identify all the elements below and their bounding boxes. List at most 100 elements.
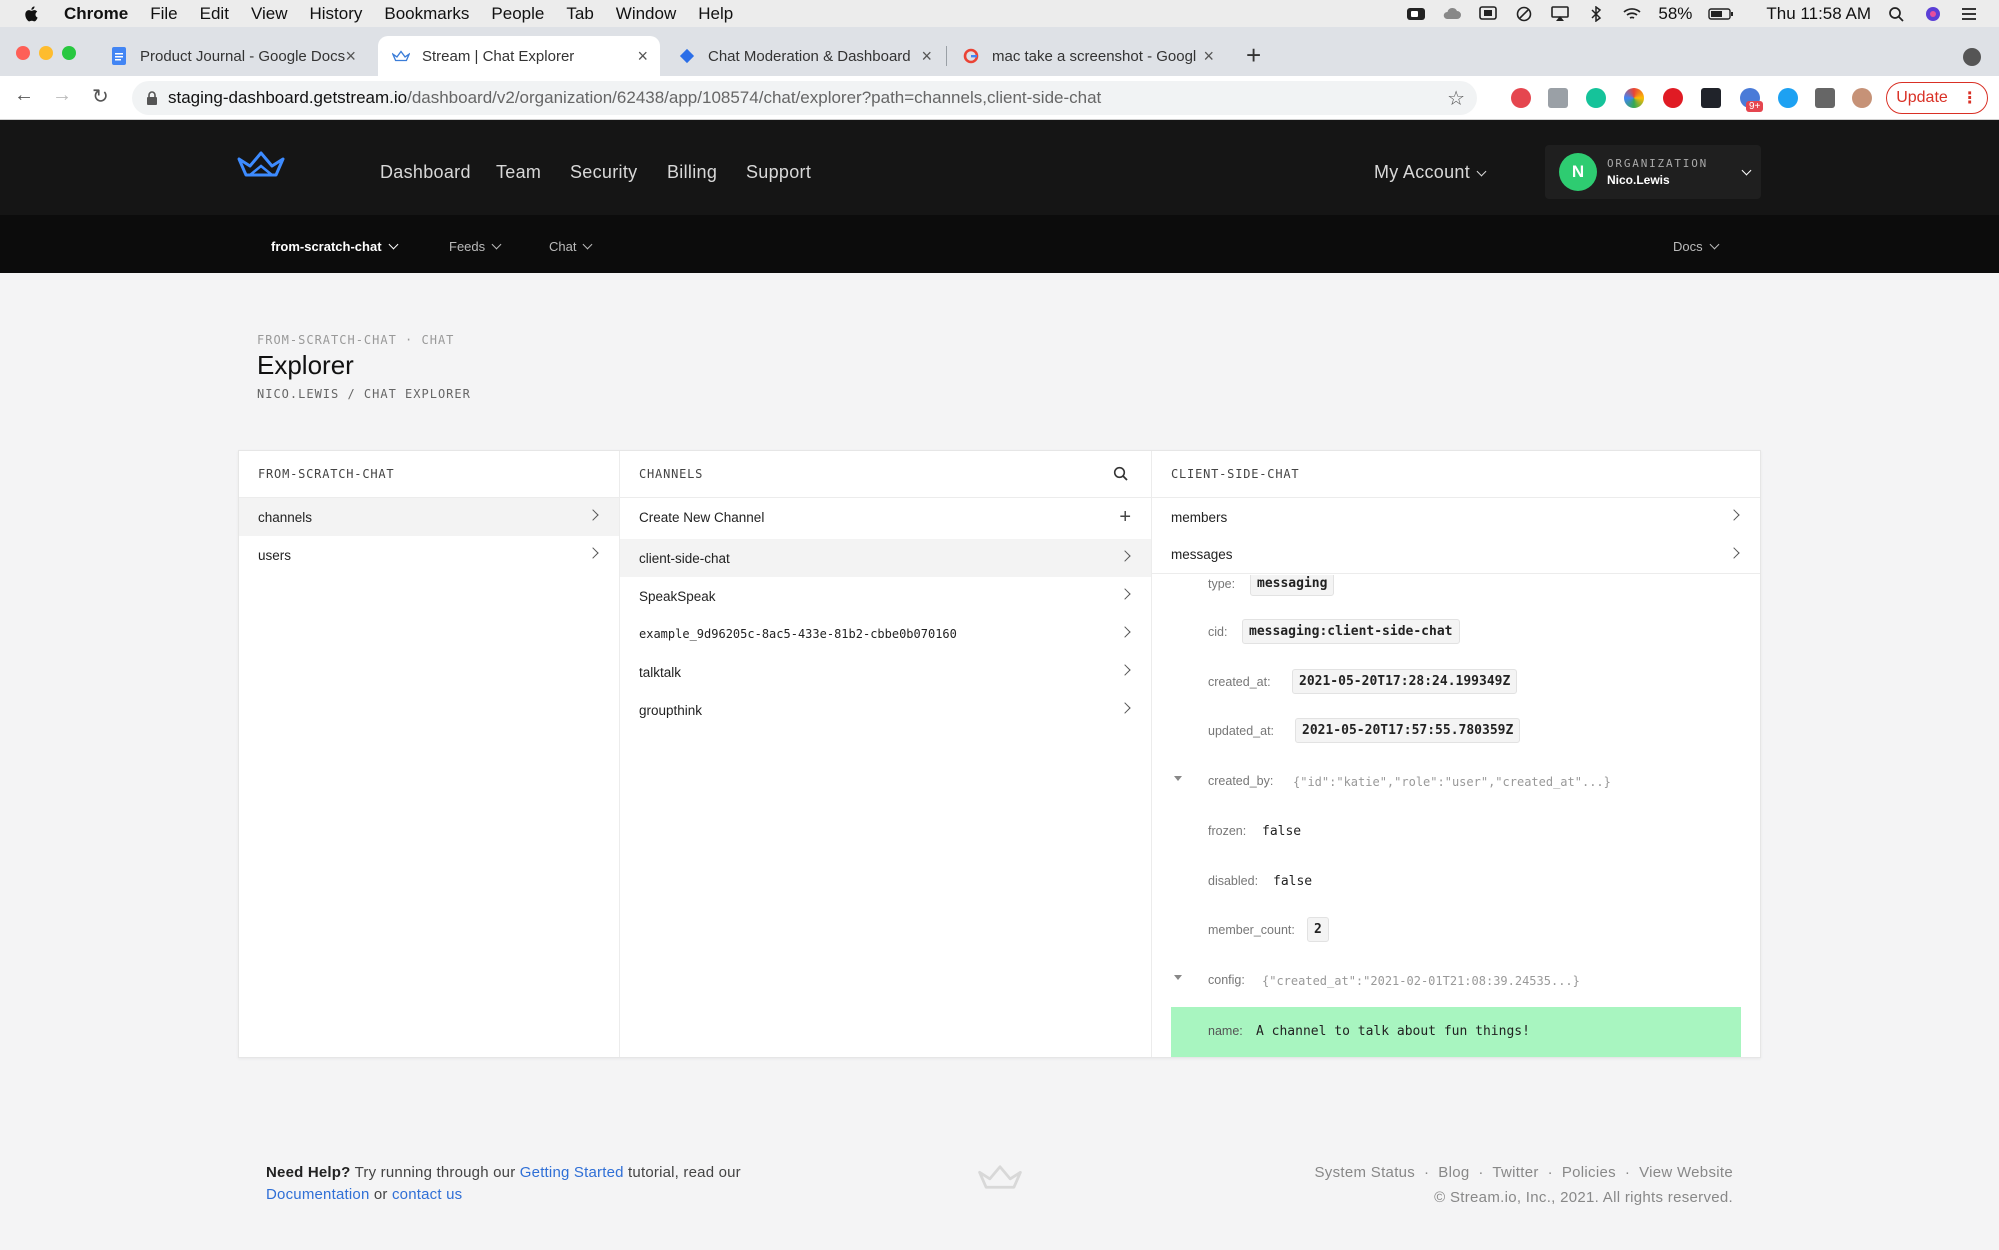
chat-dropdown[interactable]: Chat bbox=[549, 239, 593, 254]
stream-extension-icon[interactable] bbox=[1778, 88, 1798, 108]
menu-history[interactable]: History bbox=[309, 4, 362, 24]
menu-bookmarks[interactable]: Bookmarks bbox=[384, 4, 469, 24]
spotlight-search-icon[interactable] bbox=[1887, 6, 1907, 22]
tab-google-search[interactable]: mac take a screenshot - Googl × bbox=[948, 36, 1226, 76]
menu-edit[interactable]: Edit bbox=[200, 4, 229, 24]
channel-item-speakspeak[interactable]: SpeakSpeak bbox=[620, 577, 1151, 615]
field-type: type: messaging bbox=[1152, 575, 1760, 603]
list-item-channels[interactable]: channels bbox=[239, 498, 619, 536]
reload-icon[interactable]: ↻ bbox=[92, 84, 109, 109]
window-zoom-button[interactable] bbox=[62, 46, 76, 60]
new-tab-icon[interactable]: + bbox=[1246, 40, 1261, 71]
address-bar[interactable]: staging-dashboard.getstream.io/dashboard… bbox=[132, 81, 1477, 115]
channel-item-groupthink[interactable]: groupthink bbox=[620, 691, 1151, 729]
chevron-down-icon bbox=[583, 239, 593, 250]
my-account-dropdown[interactable]: My Account bbox=[1374, 162, 1487, 183]
search-icon[interactable] bbox=[1113, 466, 1129, 482]
getting-started-link[interactable]: Getting Started bbox=[520, 1164, 624, 1181]
airplay-icon[interactable] bbox=[1550, 5, 1570, 22]
field-name-highlighted[interactable]: name: A channel to talk about fun things… bbox=[1171, 1007, 1741, 1057]
display-icon[interactable] bbox=[1478, 5, 1498, 22]
google-icon bbox=[962, 47, 980, 65]
tab-close-icon[interactable]: × bbox=[345, 46, 356, 67]
chevron-right-icon bbox=[1119, 702, 1131, 714]
nav-security[interactable]: Security bbox=[570, 162, 637, 183]
app-selector-dropdown[interactable]: from-scratch-chat bbox=[271, 239, 398, 254]
todoist-extension-icon[interactable] bbox=[1511, 88, 1531, 108]
back-arrow-icon[interactable]: ← bbox=[14, 84, 34, 107]
dnd-icon[interactable] bbox=[1514, 6, 1534, 22]
tab-close-icon[interactable]: × bbox=[1203, 46, 1214, 67]
explorer-column-channel-detail: CLIENT-SIDE-CHAT members messages type: … bbox=[1152, 451, 1760, 1057]
menu-help[interactable]: Help bbox=[698, 4, 733, 24]
tab-google-docs[interactable]: Product Journal - Google Docs × bbox=[96, 36, 368, 76]
list-item-users[interactable]: users bbox=[239, 536, 619, 574]
link-members[interactable]: members bbox=[1152, 498, 1760, 536]
link-messages[interactable]: messages bbox=[1152, 536, 1760, 574]
window-close-button[interactable] bbox=[16, 46, 30, 60]
forward-arrow-icon[interactable]: → bbox=[52, 84, 72, 107]
tab-separator bbox=[946, 46, 947, 66]
documentation-link[interactable]: Documentation bbox=[266, 1186, 370, 1203]
wifi-icon[interactable] bbox=[1622, 6, 1642, 22]
menu-file[interactable]: File bbox=[150, 4, 177, 24]
chrome-update-button[interactable]: Update ⋮ bbox=[1886, 82, 1988, 114]
chevron-down-icon bbox=[1476, 166, 1487, 177]
menu-tab[interactable]: Tab bbox=[566, 4, 593, 24]
window-minimize-button[interactable] bbox=[39, 46, 53, 60]
url-host: staging-dashboard.getstream.io bbox=[168, 88, 408, 107]
react-devtools-extension-icon[interactable] bbox=[1701, 88, 1721, 108]
list-item-label: SpeakSpeak bbox=[639, 588, 716, 604]
apple-icon[interactable] bbox=[22, 4, 42, 24]
puzzle-extensions-icon[interactable] bbox=[1815, 88, 1835, 108]
chevron-right-icon bbox=[1728, 509, 1740, 521]
profile-avatar[interactable] bbox=[1852, 88, 1872, 108]
menu-window[interactable]: Window bbox=[616, 4, 676, 24]
menubar-clock[interactable]: Thu 11:58 AM bbox=[1766, 4, 1871, 24]
nav-team[interactable]: Team bbox=[496, 162, 541, 183]
color-picker-extension-icon[interactable] bbox=[1624, 88, 1644, 108]
footer-text: Try running through our bbox=[350, 1164, 520, 1181]
browser-toolbar: ← → ↻ staging-dashboard.getstream.io/das… bbox=[0, 76, 1999, 120]
channel-item-client-side-chat[interactable]: client-side-chat bbox=[620, 539, 1151, 577]
tab-search-icon[interactable] bbox=[1963, 48, 1981, 66]
create-channel-button[interactable]: Create New Channel + bbox=[620, 498, 1151, 536]
stream-logo-icon[interactable] bbox=[236, 150, 286, 178]
caret-down-icon[interactable] bbox=[1174, 776, 1182, 781]
bookmark-star-icon[interactable]: ☆ bbox=[1447, 86, 1465, 111]
footer-link-list[interactable]: System Status · Blog · Twitter · Policie… bbox=[1315, 1160, 1734, 1185]
control-center-icon[interactable] bbox=[1959, 6, 1979, 22]
create-channel-label: Create New Channel bbox=[639, 509, 765, 525]
menu-people[interactable]: People bbox=[491, 4, 544, 24]
kebab-menu-icon[interactable]: ⋮ bbox=[1962, 88, 1978, 108]
tab-title: Chat Moderation & Dashboard bbox=[708, 47, 911, 65]
caret-down-icon[interactable] bbox=[1174, 975, 1182, 980]
menu-view[interactable]: View bbox=[251, 4, 288, 24]
tab-close-icon[interactable]: × bbox=[637, 46, 648, 67]
video-icon[interactable] bbox=[1406, 6, 1426, 22]
field-created-by[interactable]: created_by: {"id":"katie","role":"user",… bbox=[1152, 762, 1760, 802]
nav-billing[interactable]: Billing bbox=[667, 162, 717, 183]
nav-support[interactable]: Support bbox=[746, 162, 811, 183]
tab-stream-chat-explorer[interactable]: Stream | Chat Explorer × bbox=[378, 36, 660, 76]
channel-item-example[interactable]: example_9d96205c-8ac5-433e-81b2-cbbe0b07… bbox=[620, 615, 1151, 653]
feeds-dropdown[interactable]: Feeds bbox=[449, 239, 502, 254]
field-config[interactable]: config: {"created_at":"2021-02-01T21:08:… bbox=[1152, 961, 1760, 1001]
grammarly-extension-icon[interactable] bbox=[1586, 88, 1606, 108]
camera-extension-icon[interactable] bbox=[1548, 88, 1568, 108]
organization-switcher[interactable]: N ORGANIZATION Nico.Lewis bbox=[1545, 145, 1761, 199]
battery-icon[interactable] bbox=[1708, 6, 1734, 22]
menu-app-name[interactable]: Chrome bbox=[64, 4, 128, 24]
siri-icon[interactable] bbox=[1923, 6, 1943, 22]
contact-us-link[interactable]: contact us bbox=[392, 1186, 462, 1203]
cloud-icon[interactable] bbox=[1442, 6, 1462, 22]
lock-icon[interactable] bbox=[146, 91, 158, 105]
bluetooth-icon[interactable] bbox=[1586, 5, 1606, 22]
docs-dropdown[interactable]: Docs bbox=[1673, 239, 1720, 254]
tab-close-icon[interactable]: × bbox=[921, 46, 932, 67]
channel-item-talktalk[interactable]: talktalk bbox=[620, 653, 1151, 691]
nav-dashboard[interactable]: Dashboard bbox=[380, 162, 471, 183]
stream-logo-icon bbox=[978, 1165, 1022, 1189]
adblock-extension-icon[interactable] bbox=[1663, 88, 1683, 108]
tab-chat-moderation[interactable]: Chat Moderation & Dashboard × bbox=[664, 36, 944, 76]
